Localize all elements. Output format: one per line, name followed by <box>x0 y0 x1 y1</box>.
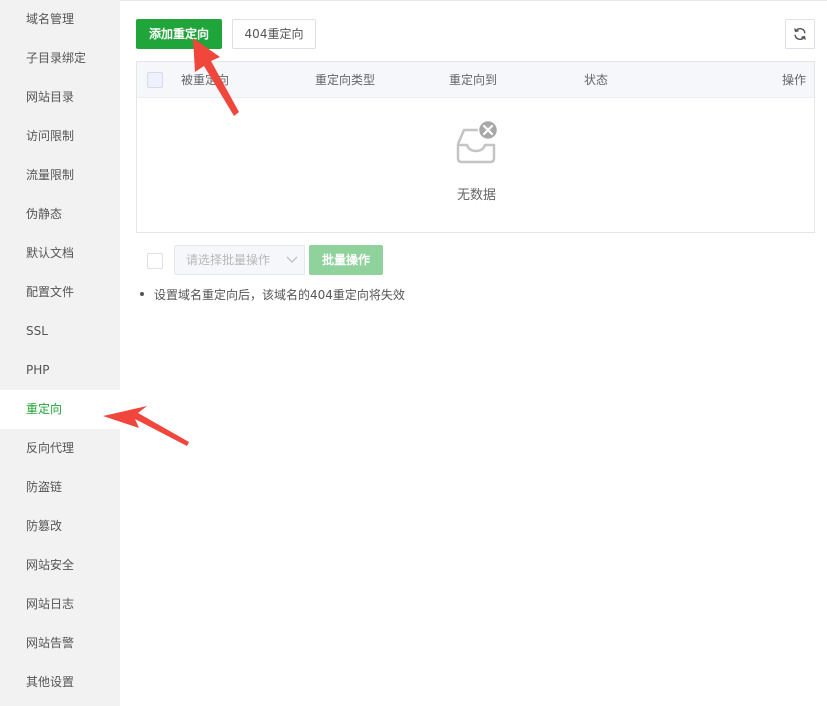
refresh-icon <box>794 27 806 41</box>
main-panel: 添加重定向 404重定向 被重定向 重定向类型 重定向到 状态 操作 无数据 请… <box>120 0 827 706</box>
empty-inbox-icon <box>456 120 499 164</box>
column-header-type: 重定向类型 <box>315 73 376 87</box>
sidebar-item-domain[interactable]: 域名管理 <box>0 0 120 39</box>
batch-operation-select[interactable]: 请选择批量操作 <box>174 245 305 275</box>
column-header-status: 状态 <box>584 73 609 87</box>
refresh-button[interactable] <box>785 19 815 49</box>
sidebar-item-rewrite[interactable]: 伪静态 <box>0 195 120 234</box>
sidebar-item-config-file[interactable]: 配置文件 <box>0 273 120 312</box>
sidebar-item-site-security[interactable]: 网站安全 <box>0 546 120 585</box>
add-redirect-button[interactable]: 添加重定向 <box>136 19 222 49</box>
sidebar-item-access-limit[interactable]: 访问限制 <box>0 117 120 156</box>
batch-operation-button[interactable]: 批量操作 <box>309 245 383 275</box>
sidebar-item-hotlink[interactable]: 防盗链 <box>0 468 120 507</box>
sidebar-item-php[interactable]: PHP <box>0 351 120 390</box>
batch-select-checkbox[interactable] <box>147 253 163 269</box>
sidebar-item-site-dir[interactable]: 网站目录 <box>0 78 120 117</box>
column-header-target: 重定向到 <box>449 73 498 87</box>
redirect-404-button[interactable]: 404重定向 <box>232 19 316 49</box>
batch-select-placeholder: 请选择批量操作 <box>186 253 271 267</box>
table-header: 被重定向 重定向类型 重定向到 状态 操作 <box>137 62 814 98</box>
tip-list-item: 设置域名重定向后，该域名的404重定向将失效 <box>140 286 405 303</box>
sidebar-item-site-alert[interactable]: 网站告警 <box>0 624 120 663</box>
select-all-checkbox[interactable] <box>147 72 163 88</box>
empty-text: 无数据 <box>456 188 496 203</box>
sidebar-item-other-settings[interactable]: 其他设置 <box>0 663 120 702</box>
tip-text: 设置域名重定向后，该域名的404重定向将失效 <box>154 288 405 302</box>
sidebar-item-traffic-limit[interactable]: 流量限制 <box>0 156 120 195</box>
chevron-down-icon <box>286 256 298 263</box>
column-header-actions: 操作 <box>781 73 806 87</box>
sidebar-item-ssl[interactable]: SSL <box>0 312 120 351</box>
sidebar-item-redirect[interactable]: 重定向 <box>0 390 120 429</box>
sidebar-item-tamper-proof[interactable]: 防篡改 <box>0 507 120 546</box>
redirect-table: 被重定向 重定向类型 重定向到 状态 操作 无数据 <box>136 61 815 233</box>
empty-state: 无数据 <box>137 98 814 232</box>
column-header-source: 被重定向 <box>181 73 230 87</box>
sidebar-item-reverse-proxy[interactable]: 反向代理 <box>0 429 120 468</box>
sidebar-item-site-log[interactable]: 网站日志 <box>0 585 120 624</box>
sidebar-item-subdir[interactable]: 子目录绑定 <box>0 39 120 78</box>
bullet-icon <box>140 291 144 296</box>
batch-operation-bar: 请选择批量操作 批量操作 <box>136 245 436 275</box>
sidebar-item-default-doc[interactable]: 默认文档 <box>0 234 120 273</box>
sidebar: 域名管理 子目录绑定 网站目录 访问限制 流量限制 伪静态 默认文档 配置文件 … <box>0 0 120 706</box>
